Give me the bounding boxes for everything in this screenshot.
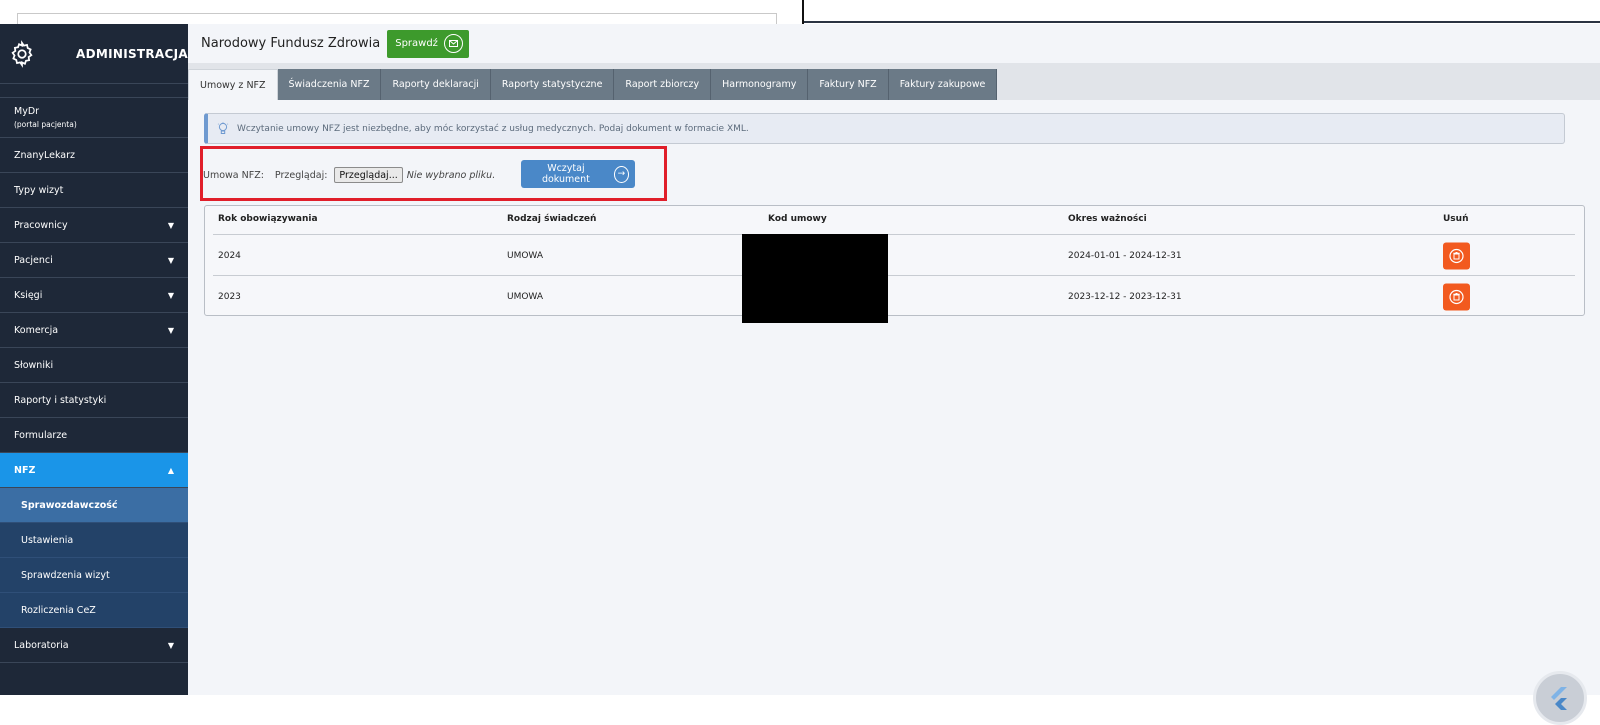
column-header-type: Rodzaj świadczeń bbox=[507, 214, 597, 224]
info-alert: Wczytanie umowy NFZ jest niezbędne, aby … bbox=[204, 113, 1565, 144]
sidebar-item-sublabel: (portal pacjenta) bbox=[14, 120, 77, 129]
trash-icon bbox=[1449, 289, 1464, 304]
cell-type: UMOWA bbox=[507, 250, 543, 261]
column-header-code: Kod umowy bbox=[768, 214, 827, 224]
check-button[interactable]: Sprawdź bbox=[387, 29, 469, 58]
sidebar: ADMINISTRACJA MyDr (portal pacjenta) Zna… bbox=[0, 24, 188, 695]
mail-icon bbox=[443, 34, 463, 53]
column-header-delete: Usuń bbox=[1443, 214, 1469, 224]
sidebar-item-label: Komercja bbox=[14, 324, 59, 336]
sidebar-item-label: Formularze bbox=[14, 429, 68, 441]
sidebar-item-mydr[interactable]: MyDr (portal pacjenta) bbox=[0, 98, 188, 138]
page-header: Narodowy Fundusz Zdrowia Sprawdź bbox=[188, 24, 1600, 63]
no-file-text: Nie wybrano pliku. bbox=[406, 169, 496, 181]
table-row: 2024 UMOWA 2024-01-01 - 2024-12-31 bbox=[213, 234, 1575, 276]
sidebar-subitem-ustawienia[interactable]: Ustawienia bbox=[0, 523, 188, 558]
browser-top-strip bbox=[0, 0, 1600, 24]
tabs-bar: Umowy z NFZ Świadczenia NFZ Raporty dekl… bbox=[188, 63, 1600, 100]
contracts-table: Rok obowiązywania Rodzaj świadczeń Kod u… bbox=[204, 205, 1585, 316]
tab-swiadczenia-nfz[interactable]: Świadczenia NFZ bbox=[277, 69, 382, 100]
cell-period: 2023-12-12 - 2023-12-31 bbox=[1068, 291, 1182, 302]
sidebar-subitem-label: Rozliczenia CeZ bbox=[21, 604, 96, 616]
sidebar-item-komercja[interactable]: Komercja ▼ bbox=[0, 313, 188, 348]
chevron-down-icon: ▼ bbox=[167, 290, 174, 300]
sidebar-title: ADMINISTRACJA bbox=[76, 46, 188, 61]
load-document-button[interactable]: Wczytaj dokument → bbox=[521, 160, 635, 188]
tab-faktury-zakupowe[interactable]: Faktury zakupowe bbox=[888, 69, 998, 100]
sidebar-subitem-sprawozdawczosc[interactable]: Sprawozdawczość bbox=[0, 488, 188, 523]
column-header-period: Okres ważności bbox=[1068, 214, 1147, 224]
column-header-year: Rok obowiązywania bbox=[218, 214, 318, 224]
page-title: Narodowy Fundusz Zdrowia bbox=[201, 36, 381, 51]
tab-raport-zbiorczy[interactable]: Raport zbiorczy bbox=[614, 69, 712, 100]
upload-label: Umowa NFZ: bbox=[203, 169, 264, 181]
sidebar-item-label: Księgi bbox=[14, 289, 43, 301]
delete-button[interactable] bbox=[1443, 283, 1470, 310]
sidebar-item-label: Pracownicy bbox=[14, 219, 68, 231]
sidebar-item-label: NFZ bbox=[14, 464, 36, 476]
sidebar-item-label: ZnanyLekarz bbox=[14, 149, 76, 161]
sidebar-item-label: Pacjenci bbox=[14, 254, 53, 266]
sidebar-item-label: Raporty i statystyki bbox=[14, 394, 107, 406]
tab-umowy-z-nfz[interactable]: Umowy z NFZ bbox=[188, 69, 278, 100]
sidebar-item-pracownicy[interactable]: Pracownicy ▼ bbox=[0, 208, 188, 243]
sidebar-item-label: MyDr bbox=[14, 106, 40, 117]
sidebar-header: ADMINISTRACJA bbox=[0, 24, 188, 84]
lightbulb-icon bbox=[217, 121, 229, 134]
sidebar-item-znanylekarz[interactable]: ZnanyLekarz bbox=[0, 138, 188, 173]
tab-faktury-nfz[interactable]: Faktury NFZ bbox=[808, 69, 889, 100]
tab-harmonogramy[interactable]: Harmonogramy bbox=[711, 69, 809, 100]
sidebar-item-raporty[interactable]: Raporty i statystyki bbox=[0, 383, 188, 418]
cell-period: 2024-01-01 - 2024-12-31 bbox=[1068, 250, 1182, 261]
chevron-down-icon: ▼ bbox=[167, 255, 174, 265]
sidebar-item-label: Laboratoria bbox=[14, 639, 69, 651]
upload-row: Umowa NFZ: Przeglądaj: Przeglądaj... Nie… bbox=[203, 161, 495, 189]
sidebar-item-formularze[interactable]: Formularze bbox=[0, 418, 188, 453]
cell-type: UMOWA bbox=[507, 291, 543, 302]
browse-label: Przeglądaj: bbox=[274, 169, 328, 181]
tabs: Umowy z NFZ Świadczenia NFZ Raporty dekl… bbox=[188, 69, 998, 100]
sidebar-item-label: Słowniki bbox=[14, 359, 54, 371]
chevron-down-icon: ▼ bbox=[167, 640, 174, 650]
table-row: 2023 UMOWA 2023-12-12 - 2023-12-31 bbox=[213, 275, 1575, 317]
gear-icon[interactable] bbox=[8, 39, 36, 68]
flutter-logo-icon bbox=[1551, 687, 1567, 710]
sidebar-item-laboratoria[interactable]: Laboratoria ▼ bbox=[0, 628, 188, 663]
tab-raporty-deklaracji[interactable]: Raporty deklaracji bbox=[381, 69, 491, 100]
sidebar-subitem-rozliczenia-cez[interactable]: Rozliczenia CeZ bbox=[0, 593, 188, 628]
sidebar-subitem-sprawdzenia-wizyt[interactable]: Sprawdzenia wizyt bbox=[0, 558, 188, 593]
delete-button[interactable] bbox=[1443, 242, 1470, 269]
top-rule bbox=[804, 21, 1600, 23]
sidebar-subitem-label: Sprawozdawczość bbox=[21, 499, 118, 511]
top-panel-edge bbox=[17, 13, 777, 24]
cell-year: 2024 bbox=[218, 250, 241, 261]
sidebar-item-ksiegi[interactable]: Księgi ▼ bbox=[0, 278, 188, 313]
chevron-down-icon: ▼ bbox=[167, 220, 174, 230]
sidebar-gap bbox=[0, 84, 188, 98]
check-button-label: Sprawdź bbox=[395, 38, 438, 49]
tab-raporty-statystyczne[interactable]: Raporty statystyczne bbox=[490, 69, 615, 100]
table-header: Rok obowiązywania Rodzaj świadczeń Kod u… bbox=[205, 206, 1584, 232]
file-browse-button[interactable]: Przeglądaj... bbox=[334, 167, 403, 183]
main-content: Narodowy Fundusz Zdrowia Sprawdź Umowy z… bbox=[188, 24, 1600, 725]
arrow-right-icon: → bbox=[613, 165, 629, 183]
info-text: Wczytanie umowy NFZ jest niezbędne, aby … bbox=[237, 123, 749, 134]
sidebar-subitem-label: Sprawdzenia wizyt bbox=[21, 569, 110, 581]
sidebar-item-typy-wizyt[interactable]: Typy wizyt bbox=[0, 173, 188, 208]
chevron-down-icon: ▼ bbox=[167, 325, 174, 335]
sidebar-item-nfz[interactable]: NFZ ▲ bbox=[0, 453, 188, 488]
trash-icon bbox=[1449, 248, 1464, 263]
chevron-up-icon: ▲ bbox=[167, 465, 174, 475]
sidebar-subitem-label: Ustawienia bbox=[21, 534, 74, 546]
sidebar-item-pacjenci[interactable]: Pacjenci ▼ bbox=[0, 243, 188, 278]
cell-year: 2023 bbox=[218, 291, 241, 302]
sidebar-item-label: Typy wizyt bbox=[14, 184, 64, 196]
load-document-label: Wczytaj dokument bbox=[541, 163, 590, 185]
redacted-area bbox=[742, 234, 888, 323]
sidebar-item-slowniki[interactable]: Słowniki bbox=[0, 348, 188, 383]
floating-action-button[interactable] bbox=[1533, 671, 1587, 725]
